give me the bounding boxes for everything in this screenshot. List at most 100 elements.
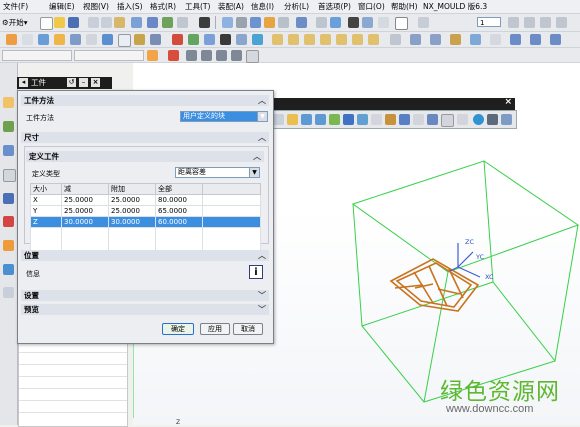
tool-13-icon[interactable] bbox=[441, 114, 454, 127]
color-icon[interactable] bbox=[395, 17, 408, 30]
drawing-icon[interactable] bbox=[336, 34, 347, 45]
undo-icon[interactable] bbox=[131, 17, 142, 28]
section-define-work[interactable]: 定义工件 ︿ bbox=[26, 151, 264, 162]
process-studio-icon[interactable] bbox=[3, 240, 14, 251]
tool-4-icon[interactable] bbox=[315, 114, 326, 125]
standard-part-icon[interactable] bbox=[150, 34, 161, 45]
type-filter-dropdown[interactable] bbox=[2, 50, 72, 61]
tool-2-icon[interactable] bbox=[287, 114, 298, 125]
paste-icon[interactable] bbox=[114, 17, 125, 28]
wireframe-view-icon[interactable] bbox=[278, 17, 289, 28]
table-cell[interactable]: 30.0000 bbox=[108, 216, 156, 228]
table-cell[interactable]: 25.0000 bbox=[108, 205, 156, 217]
menu-assembly[interactable]: 装配(A) bbox=[218, 1, 244, 12]
tool-8-icon[interactable] bbox=[371, 114, 382, 125]
back-arrow-icon[interactable]: ◂ bbox=[19, 78, 28, 87]
tool-5-icon[interactable] bbox=[329, 114, 340, 125]
work-method-dropdown[interactable]: 用户定义的块 ▼ bbox=[180, 111, 268, 122]
history-icon[interactable] bbox=[3, 193, 14, 204]
move-layer-icon[interactable] bbox=[508, 17, 519, 28]
layer-visibility-icon[interactable] bbox=[540, 17, 551, 28]
intersection-icon[interactable] bbox=[231, 50, 242, 61]
electrode-icon[interactable] bbox=[272, 34, 283, 45]
table-cell[interactable]: 25.0000 bbox=[108, 194, 156, 206]
hide-icon[interactable] bbox=[378, 17, 389, 28]
navigator-pane[interactable] bbox=[18, 340, 128, 427]
pocket-icon[interactable] bbox=[304, 34, 315, 45]
rotate-icon[interactable] bbox=[147, 17, 158, 28]
menu-tools[interactable]: 工具(T) bbox=[185, 1, 210, 12]
hole-table-icon[interactable] bbox=[352, 34, 363, 45]
start-button[interactable]: ⚙开始▾ bbox=[2, 17, 28, 28]
roles-icon[interactable] bbox=[3, 264, 14, 275]
extract-icon[interactable] bbox=[490, 34, 501, 45]
cooling-icon[interactable] bbox=[252, 34, 263, 45]
shaded-view-icon[interactable] bbox=[264, 17, 275, 28]
floating-toolbar-titlebar[interactable]: × bbox=[268, 97, 515, 110]
ok-button[interactable]: 确定 bbox=[162, 323, 194, 335]
section-settings[interactable]: 设置 ﹀ bbox=[21, 290, 269, 301]
assembly-navigator-icon[interactable] bbox=[3, 97, 14, 108]
web-browser-icon[interactable] bbox=[3, 169, 16, 182]
new-file-icon[interactable] bbox=[40, 17, 53, 30]
cut-icon[interactable] bbox=[88, 17, 99, 28]
table-cell[interactable]: 25.0000 bbox=[61, 205, 109, 217]
ejector-icon[interactable] bbox=[172, 34, 183, 45]
workpiece-icon[interactable] bbox=[54, 34, 65, 45]
parting-icon[interactable] bbox=[118, 34, 131, 47]
table-row[interactable]: Y 25.0000 25.0000 65.0000 bbox=[30, 205, 261, 217]
define-type-dropdown[interactable]: 距离容差 ▼ bbox=[175, 167, 260, 178]
zoom-icon[interactable] bbox=[177, 17, 188, 28]
copy-layer-icon[interactable] bbox=[524, 17, 535, 28]
globe-icon[interactable] bbox=[473, 114, 484, 125]
slider-icon[interactable] bbox=[188, 34, 199, 45]
shrinkage-icon[interactable] bbox=[38, 34, 49, 45]
section-position[interactable]: 位置 ︿ bbox=[21, 250, 269, 261]
tool-14-icon[interactable] bbox=[457, 114, 468, 125]
tool-11-icon[interactable] bbox=[413, 114, 424, 125]
tool-9-icon[interactable] bbox=[385, 114, 396, 125]
tool-10-icon[interactable] bbox=[399, 114, 410, 125]
moldbase-icon[interactable] bbox=[134, 34, 145, 45]
view-orient-icon[interactable] bbox=[250, 17, 261, 28]
tool-16-icon[interactable] bbox=[487, 114, 498, 125]
subinsert-icon[interactable] bbox=[204, 34, 215, 45]
quadrant-icon[interactable] bbox=[246, 50, 259, 63]
midpoint-icon[interactable] bbox=[201, 50, 212, 61]
save-icon[interactable] bbox=[68, 17, 79, 28]
tool-6-icon[interactable] bbox=[343, 114, 354, 125]
part-navigator-icon[interactable] bbox=[3, 121, 14, 132]
fit-view-icon[interactable] bbox=[222, 17, 233, 28]
tool-7-icon[interactable] bbox=[357, 114, 368, 125]
apply-button[interactable]: 应用 bbox=[200, 323, 230, 335]
replace-icon[interactable] bbox=[550, 34, 561, 45]
bom-icon[interactable] bbox=[320, 34, 331, 45]
pan-icon[interactable] bbox=[162, 17, 173, 28]
delete-file-icon[interactable] bbox=[390, 34, 401, 45]
menu-info[interactable]: 信息(I) bbox=[251, 1, 274, 12]
menu-edit[interactable]: 编辑(E) bbox=[49, 1, 75, 12]
menu-file[interactable]: 文件(F) bbox=[3, 1, 28, 12]
layer-category-icon[interactable] bbox=[556, 17, 567, 28]
section-preview[interactable]: 预览 ﹀ bbox=[21, 304, 269, 315]
layer-icon[interactable] bbox=[316, 17, 327, 28]
cube-view-icon[interactable] bbox=[330, 17, 341, 28]
copy-icon[interactable] bbox=[101, 17, 112, 28]
dialog-titlebar[interactable]: ◂ 工件 ↺ – × bbox=[17, 77, 112, 89]
patch-icon[interactable] bbox=[530, 34, 541, 45]
layout-icon[interactable] bbox=[70, 34, 81, 45]
table-cell[interactable]: 30.0000 bbox=[61, 216, 109, 228]
section-work-method[interactable]: 工件方法 ︿ bbox=[21, 95, 269, 106]
box-icon[interactable] bbox=[450, 34, 461, 45]
render-icon[interactable] bbox=[348, 17, 359, 28]
close-icon[interactable]: × bbox=[504, 97, 512, 107]
reset-icon[interactable]: ↺ bbox=[67, 78, 76, 87]
runner-icon[interactable] bbox=[236, 34, 247, 45]
trim-icon[interactable] bbox=[288, 34, 299, 45]
perspective-icon[interactable] bbox=[296, 17, 307, 28]
surface-icon[interactable] bbox=[430, 34, 441, 45]
offset-icon[interactable] bbox=[510, 34, 521, 45]
tool-3-icon[interactable] bbox=[301, 114, 312, 125]
zoom-window-icon[interactable] bbox=[236, 17, 247, 28]
binoculars-icon[interactable] bbox=[199, 17, 210, 28]
